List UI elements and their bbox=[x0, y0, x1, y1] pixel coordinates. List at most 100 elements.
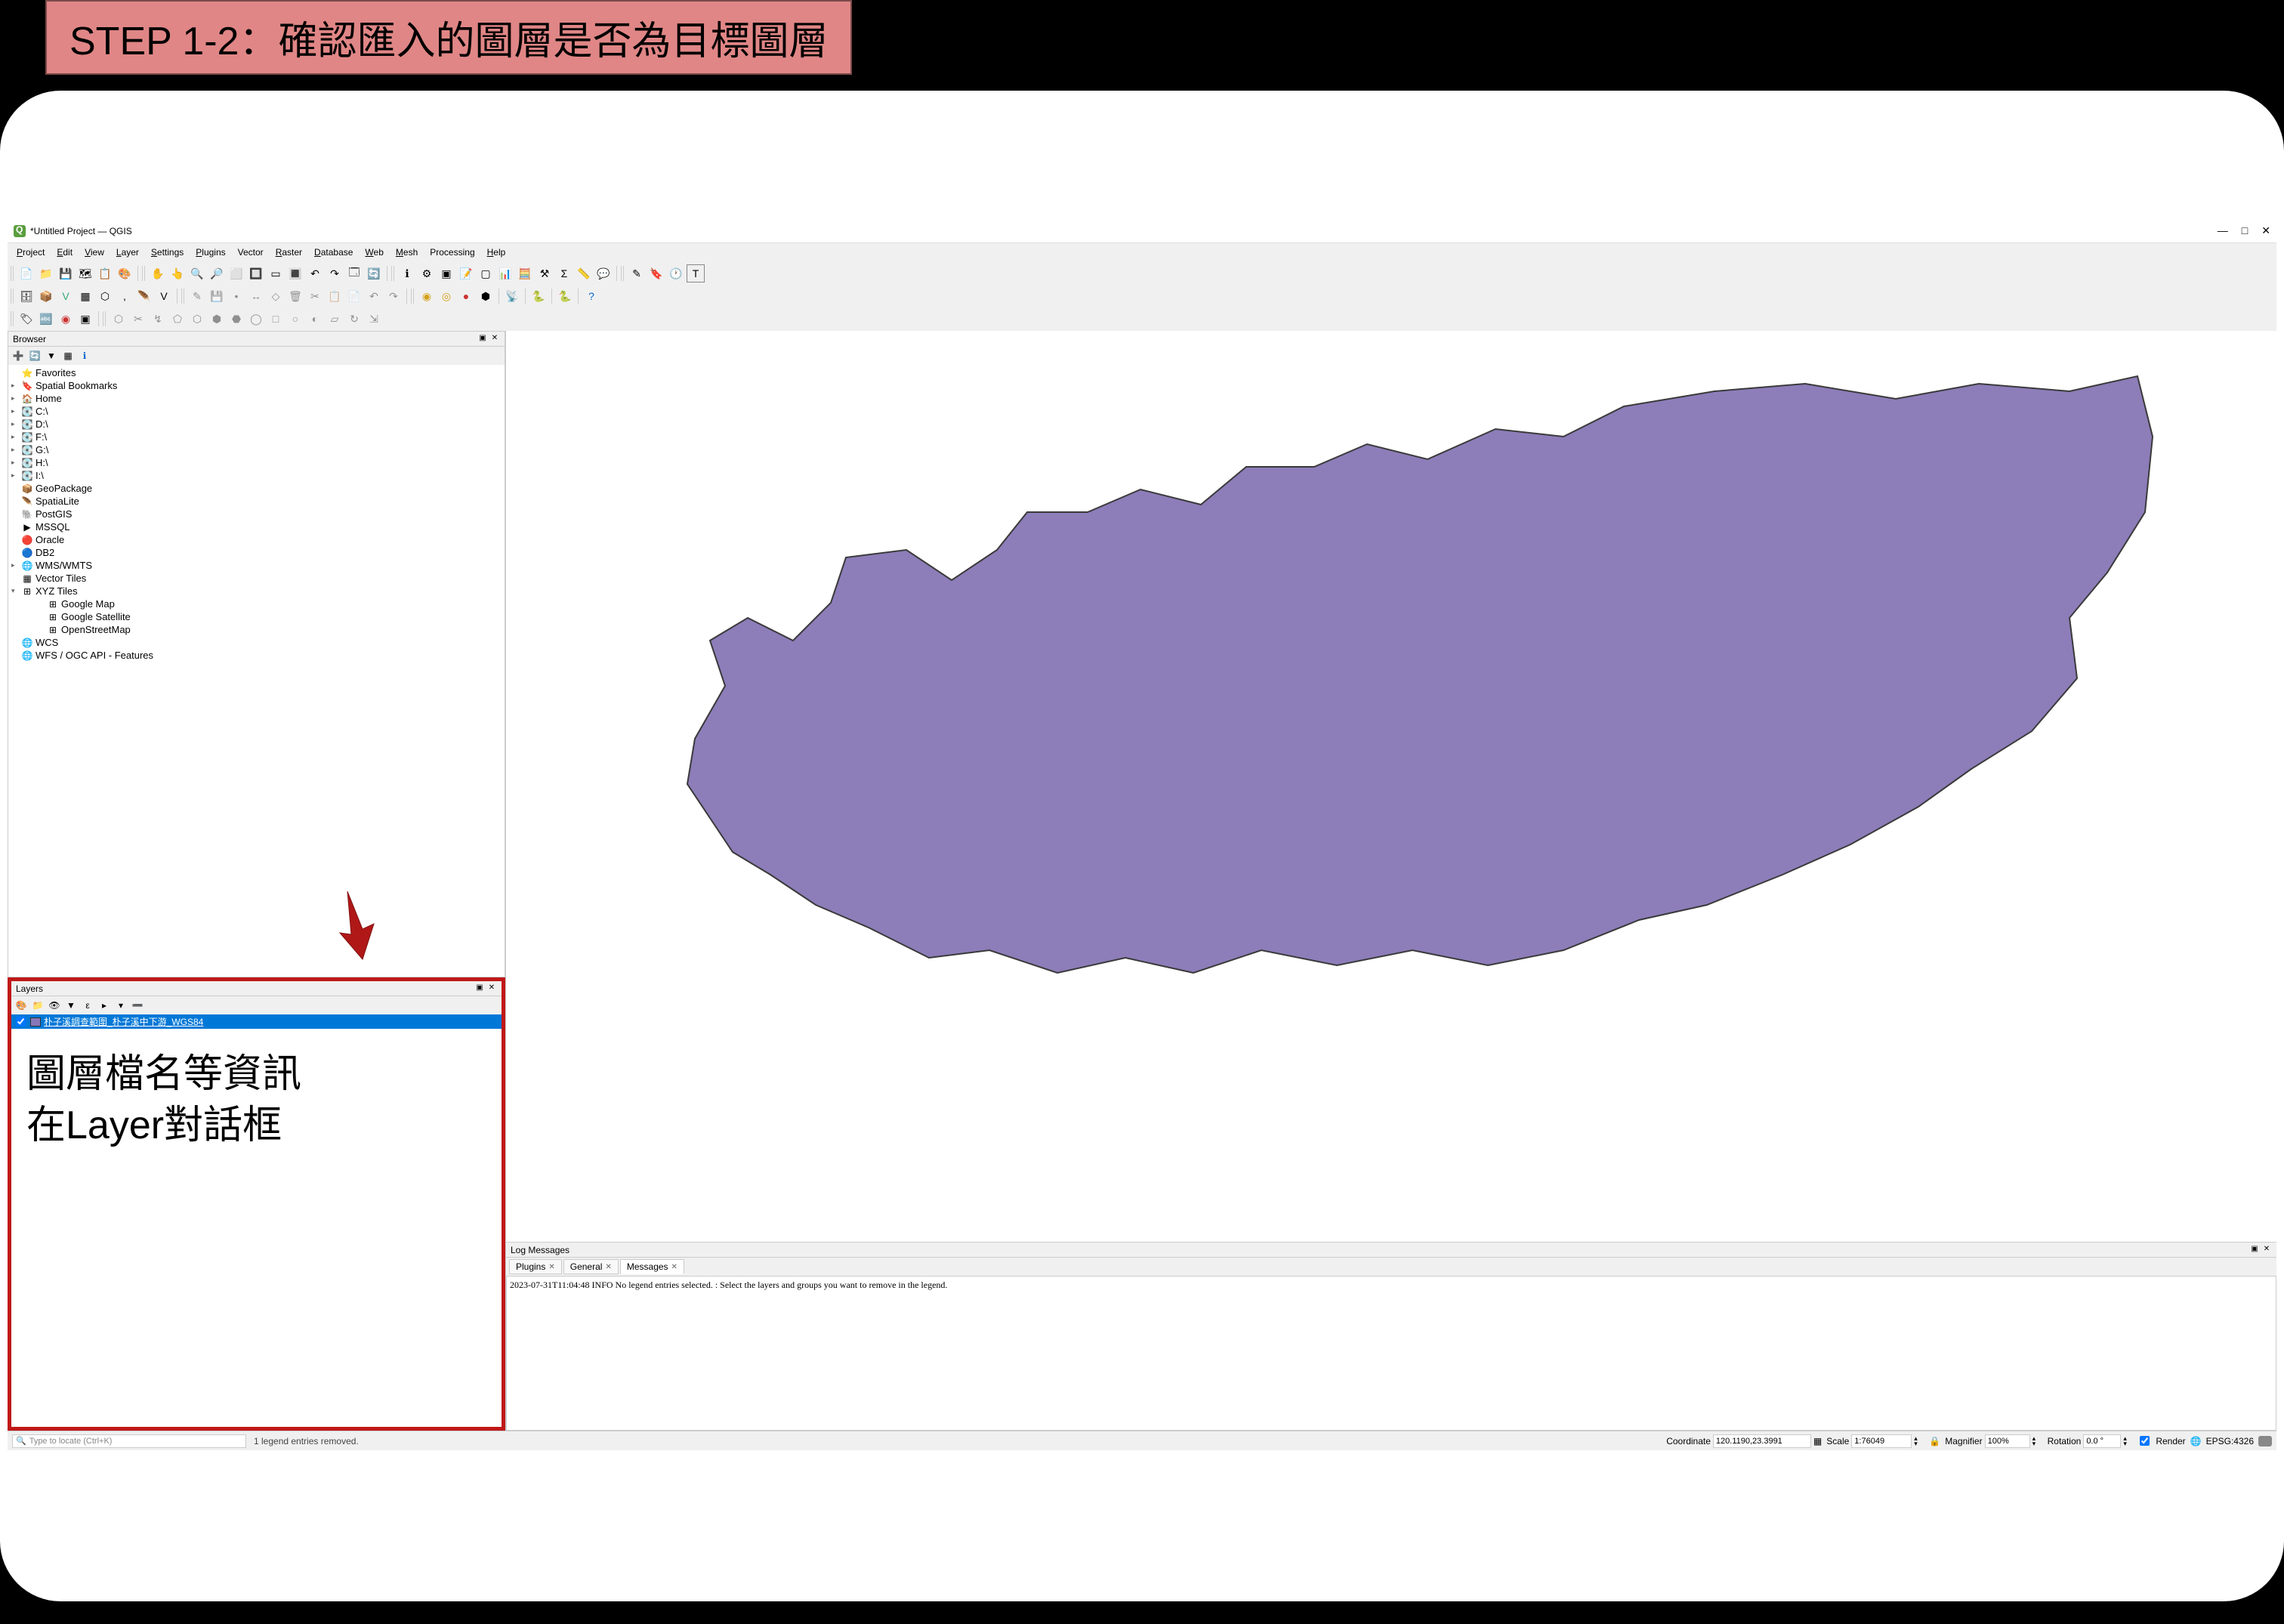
label-toolbar-2[interactable]: 🔤 bbox=[37, 310, 55, 328]
layer-item[interactable]: 朴子溪調查範圍_朴子溪中下游_WGS84 bbox=[11, 1014, 502, 1029]
add-vector-button[interactable]: V bbox=[57, 287, 75, 305]
digitize-btn-8[interactable]: ◯ bbox=[247, 310, 265, 328]
log-tab-general[interactable]: General✕ bbox=[563, 1259, 619, 1274]
digitize-btn-9[interactable]: □ bbox=[267, 310, 285, 328]
maptips-button[interactable]: 💬 bbox=[594, 264, 613, 283]
menu-edit[interactable]: Edit bbox=[51, 245, 79, 260]
maximize-button[interactable]: □ bbox=[2242, 224, 2248, 237]
menu-view[interactable]: View bbox=[79, 245, 110, 260]
new-project-button[interactable]: 📄 bbox=[17, 264, 35, 283]
plugin-btn-7[interactable]: 🐍 bbox=[556, 287, 574, 305]
magnifier-spinner[interactable]: ▴▾ bbox=[2032, 1436, 2043, 1446]
locator-search-input[interactable]: 🔍 Type to locate (Ctrl+K) bbox=[12, 1434, 246, 1448]
label-toolbar-3[interactable]: ◉ bbox=[57, 310, 75, 328]
action-button[interactable]: ⚙ bbox=[418, 264, 436, 283]
add-mesh-button[interactable]: ⬡ bbox=[96, 287, 114, 305]
browser-item[interactable]: ▸💽F:\ bbox=[10, 431, 503, 443]
browser-item[interactable]: ⊞Google Map bbox=[10, 597, 503, 610]
digitize-btn-1[interactable]: ⬡ bbox=[110, 310, 128, 328]
move-feature-button[interactable]: ↔ bbox=[247, 287, 265, 305]
add-feature-button[interactable]: • bbox=[227, 287, 245, 305]
field-calc-button[interactable]: 🧮 bbox=[516, 264, 534, 283]
digitize-btn-10[interactable]: ○ bbox=[286, 310, 304, 328]
extents-icon[interactable]: ▦ bbox=[1813, 1436, 1822, 1446]
select-value-button[interactable]: 📝 bbox=[457, 264, 475, 283]
layers-expression-button[interactable]: ε bbox=[81, 999, 94, 1012]
browser-item[interactable]: ▸💽C:\ bbox=[10, 405, 503, 418]
browser-filter-button[interactable]: ▼ bbox=[45, 349, 58, 363]
browser-item[interactable]: 🔴Oracle bbox=[10, 533, 503, 546]
delete-selected-button[interactable]: 🗑 bbox=[286, 287, 304, 305]
zoom-layer-button[interactable]: ▭ bbox=[267, 264, 285, 283]
pan-button[interactable]: ✋ bbox=[149, 264, 167, 283]
text-annotation-button[interactable]: T bbox=[687, 264, 705, 283]
browser-add-button[interactable]: ➕ bbox=[11, 349, 25, 363]
magnifier-input[interactable] bbox=[1985, 1434, 2030, 1448]
layers-expand-button[interactable]: ▸ bbox=[97, 999, 111, 1012]
zoom-native-button[interactable]: 🔳 bbox=[286, 264, 304, 283]
browser-item[interactable]: 🪶SpatiaLite bbox=[10, 495, 503, 508]
data-source-manager-button[interactable]: 🗄 bbox=[17, 287, 35, 305]
scale-spinner[interactable]: ▴▾ bbox=[1914, 1436, 1924, 1446]
crs-icon[interactable]: 🌐 bbox=[2190, 1436, 2202, 1446]
digitize-btn-3[interactable]: ↯ bbox=[149, 310, 167, 328]
layer-visibility-checkbox[interactable] bbox=[16, 1017, 26, 1027]
minimize-button[interactable]: — bbox=[2218, 224, 2228, 237]
menu-plugins[interactable]: Plugins bbox=[190, 245, 231, 260]
browser-item[interactable]: ▸🏠Home bbox=[10, 392, 503, 405]
layers-collapse-button[interactable]: ▾ bbox=[114, 999, 128, 1012]
digitize-btn-6[interactable]: ⬢ bbox=[208, 310, 226, 328]
bookmarks-button[interactable]: 🔖 bbox=[647, 264, 665, 283]
layers-remove-button[interactable]: ➖ bbox=[131, 999, 144, 1012]
messages-icon[interactable] bbox=[2258, 1436, 2272, 1446]
layers-filter-button[interactable]: ▼ bbox=[64, 999, 78, 1012]
menu-processing[interactable]: Processing bbox=[424, 245, 480, 260]
copy-features-button[interactable]: 📋 bbox=[326, 287, 344, 305]
measure-button[interactable]: 📏 bbox=[575, 264, 593, 283]
browser-item[interactable]: ▸💽G:\ bbox=[10, 443, 503, 456]
pan-selection-button[interactable]: 👆 bbox=[168, 264, 187, 283]
close-icon[interactable]: ✕ bbox=[605, 1263, 611, 1271]
plugin-btn-2[interactable]: ◎ bbox=[437, 287, 455, 305]
digitize-btn-2[interactable]: ✂ bbox=[129, 310, 147, 328]
style-manager-button[interactable]: 🎨 bbox=[116, 264, 134, 283]
new-geopackage-button[interactable]: 📦 bbox=[37, 287, 55, 305]
menu-mesh[interactable]: Mesh bbox=[390, 245, 424, 260]
annotation-button[interactable]: ✎ bbox=[628, 264, 646, 283]
browser-collapse-button[interactable]: ▦ bbox=[61, 349, 75, 363]
plugin-btn-5[interactable]: 📡 bbox=[503, 287, 521, 305]
add-raster-button[interactable]: ▦ bbox=[76, 287, 94, 305]
identify-button[interactable]: ℹ bbox=[398, 264, 416, 283]
browser-item[interactable]: 📦GeoPackage bbox=[10, 482, 503, 495]
browser-item[interactable]: ▶MSSQL bbox=[10, 520, 503, 533]
attribute-table-button[interactable]: 📊 bbox=[496, 264, 514, 283]
log-tab-messages[interactable]: Messages✕ bbox=[620, 1259, 684, 1274]
digitize-btn-13[interactable]: ↻ bbox=[345, 310, 363, 328]
plugin-btn-4[interactable]: ⬢ bbox=[477, 287, 495, 305]
browser-item[interactable]: 🔵DB2 bbox=[10, 546, 503, 559]
menu-web[interactable]: Web bbox=[359, 245, 389, 260]
browser-item[interactable]: ▸🔖Spatial Bookmarks bbox=[10, 379, 503, 392]
menu-vector[interactable]: Vector bbox=[232, 245, 270, 260]
plugin-btn-3[interactable]: ● bbox=[457, 287, 475, 305]
paste-features-button[interactable]: 📄 bbox=[345, 287, 363, 305]
zoom-full-button[interactable]: ⬜ bbox=[227, 264, 245, 283]
add-virtual-button[interactable]: V bbox=[155, 287, 173, 305]
digitize-btn-14[interactable]: ⇲ bbox=[365, 310, 383, 328]
layers-style-button[interactable]: 🎨 bbox=[14, 999, 28, 1012]
new-print-layout-button[interactable]: 🗺 bbox=[76, 264, 94, 283]
browser-item[interactable]: ▦Vector Tiles bbox=[10, 572, 503, 585]
rotation-input[interactable] bbox=[2083, 1434, 2121, 1448]
browser-item[interactable]: 🌐WCS bbox=[10, 636, 503, 649]
zoom-last-button[interactable]: ↶ bbox=[306, 264, 324, 283]
close-icon[interactable]: ✕ bbox=[548, 1263, 554, 1271]
menu-raster[interactable]: Raster bbox=[270, 245, 308, 260]
zoom-next-button[interactable]: ↷ bbox=[326, 264, 344, 283]
open-project-button[interactable]: 📁 bbox=[37, 264, 55, 283]
edit-toggle-button[interactable]: ✎ bbox=[188, 287, 206, 305]
redo-button[interactable]: ↷ bbox=[384, 287, 403, 305]
menu-help[interactable]: Help bbox=[481, 245, 512, 260]
browser-item[interactable]: ⊞OpenStreetMap bbox=[10, 623, 503, 636]
browser-tree[interactable]: ⭐Favorites▸🔖Spatial Bookmarks▸🏠Home▸💽C:\… bbox=[8, 365, 505, 977]
menu-layer[interactable]: Layer bbox=[110, 245, 145, 260]
